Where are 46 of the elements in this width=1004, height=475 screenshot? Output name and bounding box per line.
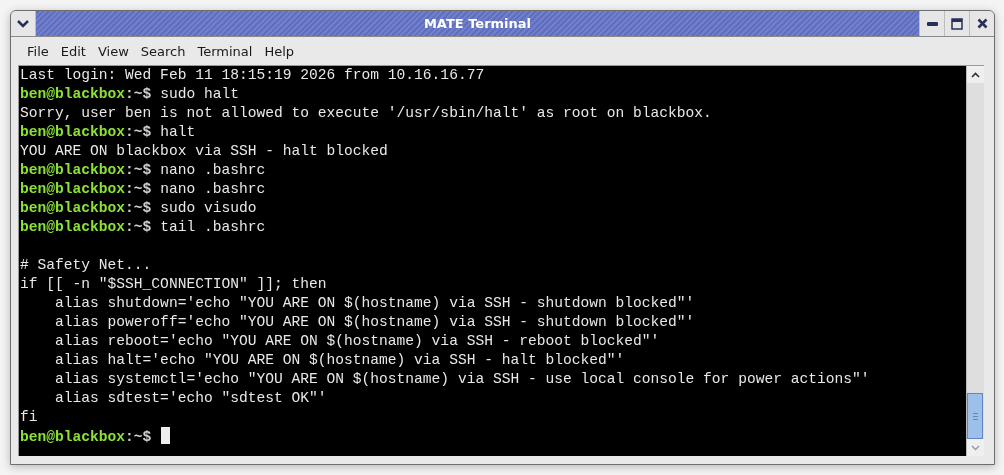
- output-line: alias poweroff='echo "YOU ARE ON $(hostname) via SSH - shutdown blocked"': [54, 314, 695, 330]
- chevron-up-icon: [971, 71, 980, 78]
- output-line: # Safety Net...: [20, 257, 152, 273]
- command: halt: [160, 124, 196, 140]
- command: sudo visudo: [160, 200, 257, 216]
- prompt: ben@blackbox:~$: [20, 181, 152, 197]
- command: nano .bashrc: [160, 162, 266, 178]
- window-menu-button[interactable]: [11, 11, 36, 36]
- scroll-up-button[interactable]: [967, 66, 984, 83]
- minimize-button[interactable]: [919, 11, 944, 36]
- prompt: ben@blackbox:~$: [20, 124, 152, 140]
- minimize-icon: [926, 21, 938, 26]
- menu-item[interactable]: View: [91, 41, 135, 61]
- maximize-icon: [951, 17, 963, 30]
- prompt: ben@blackbox:~$: [20, 162, 152, 178]
- output-line: alias systemctl='echo "YOU ARE ON $(hostname) via SSH - use local console for power actions"': [54, 371, 870, 387]
- prompt: ben@blackbox:~$: [20, 86, 152, 102]
- menu-item[interactable]: Edit: [54, 41, 92, 61]
- chevron-down-icon: [971, 444, 980, 451]
- command: tail .bashrc: [160, 219, 266, 235]
- command: sudo halt: [160, 86, 239, 102]
- close-icon: [976, 18, 988, 29]
- output-line: Sorry, user ben is not allowed to execute '/usr/sbin/halt' as root on blackbox.: [20, 105, 712, 121]
- output-line: alias sdtest='echo "sdtest OK"': [54, 390, 327, 406]
- output-line: alias reboot='echo "YOU ARE ON $(hostname) via SSH - reboot blocked"': [54, 333, 660, 349]
- close-button[interactable]: [969, 11, 994, 36]
- menu-item[interactable]: Terminal: [191, 41, 259, 61]
- menu-item[interactable]: Help: [258, 41, 301, 61]
- prompt: ben@blackbox:~$: [20, 429, 152, 445]
- output-line: alias halt='echo "YOU ARE ON $(hostname) via SSH - halt blocked"': [54, 352, 625, 368]
- prompt: ben@blackbox:~$: [20, 200, 152, 216]
- menu-item[interactable]: Search: [134, 41, 192, 61]
- prompt: ben@blackbox:~$: [20, 219, 152, 235]
- maximize-button[interactable]: [944, 11, 969, 36]
- output-line: fi: [20, 409, 38, 425]
- output-line: if [[ -n "$SSH_CONNECTION" ]]; then: [20, 276, 327, 292]
- scroll-thumb[interactable]: [967, 393, 983, 439]
- command: nano .bashrc: [160, 181, 266, 197]
- chevron-down-icon: [17, 19, 29, 28]
- output-line: Last login: Wed Feb 11 18:15:19 2026 from 10.16.16.77: [20, 67, 485, 83]
- output-line: YOU ARE ON blackbox via SSH - halt blocked: [20, 143, 388, 159]
- output-line: alias shutdown='echo "YOU ARE ON $(hostname) via SSH - shutdown blocked"': [54, 295, 695, 311]
- window-title: MATE Terminal: [422, 16, 533, 31]
- grip-icon: [972, 412, 978, 420]
- scrollbar[interactable]: [966, 66, 984, 456]
- menu-item[interactable]: File: [21, 41, 55, 61]
